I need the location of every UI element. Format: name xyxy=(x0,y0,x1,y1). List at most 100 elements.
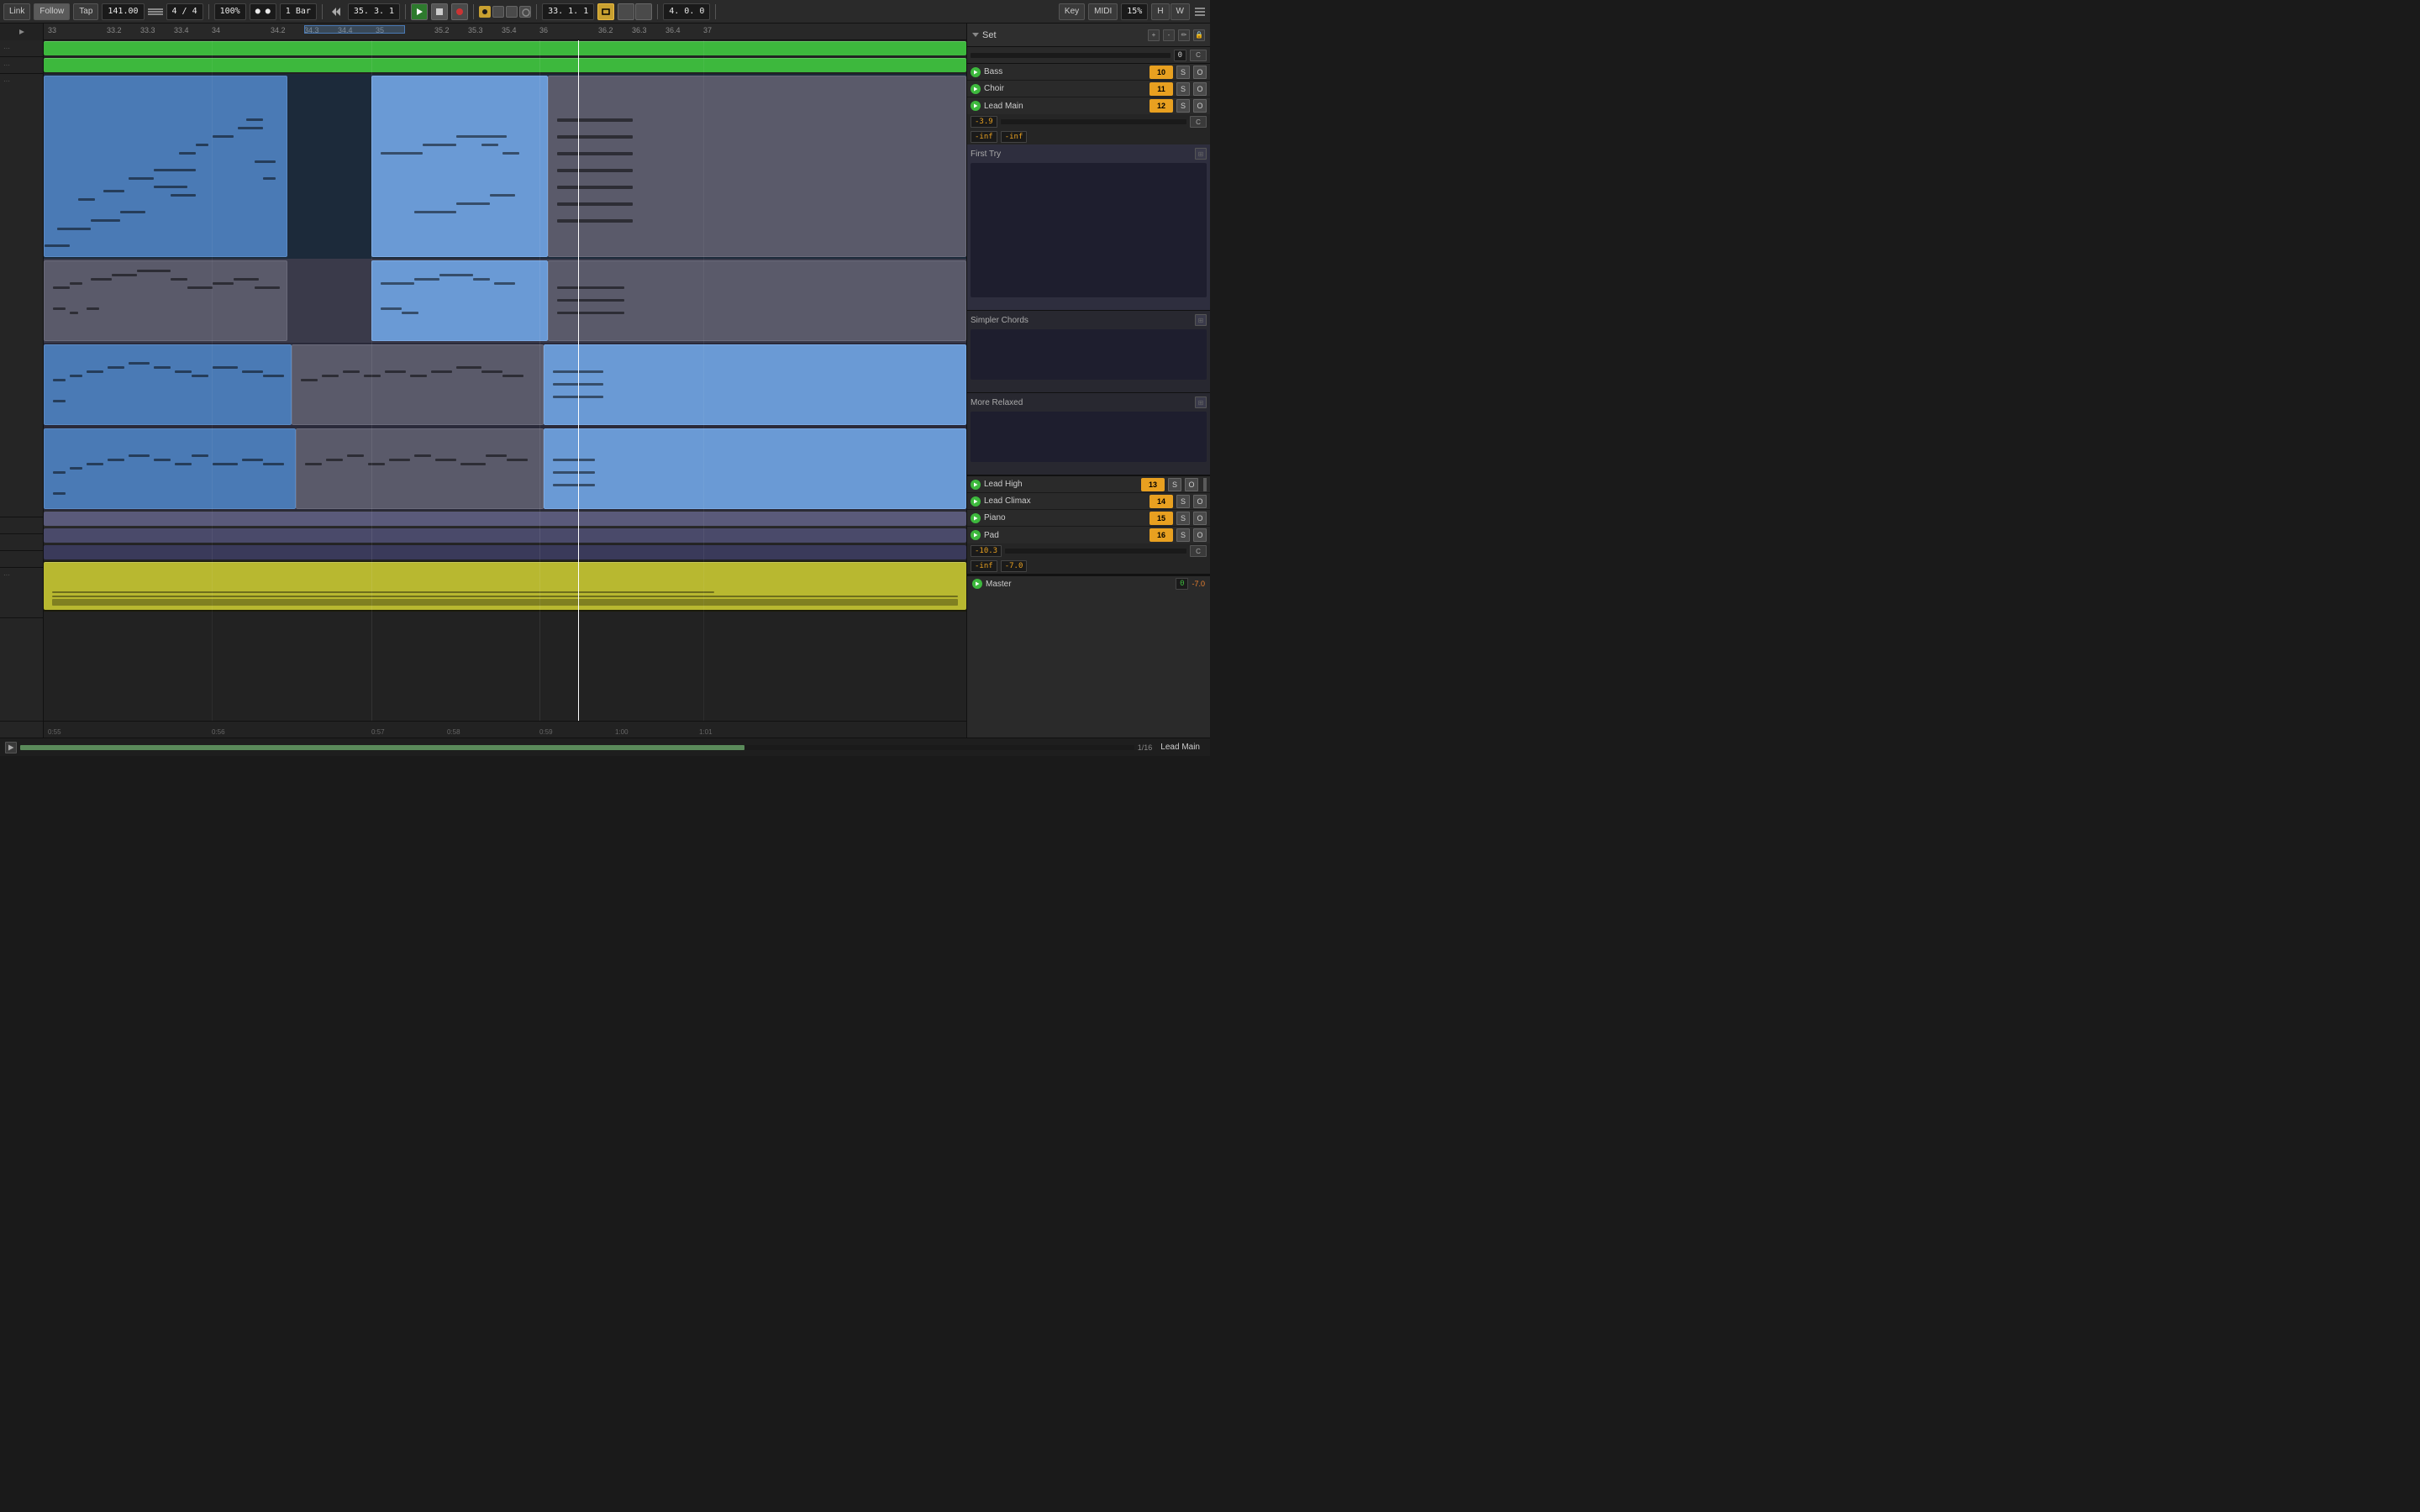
more-relaxed-clip-area[interactable] xyxy=(971,412,1207,462)
choir-s-btn[interactable]: S xyxy=(1176,82,1190,96)
eq-button[interactable] xyxy=(635,3,652,20)
first-try-clip-area[interactable] xyxy=(971,163,1207,297)
play-all-btn[interactable] xyxy=(5,742,17,753)
choir-track-num[interactable]: 11 xyxy=(1150,82,1173,96)
more-relaxed-icon[interactable]: ⊞ xyxy=(1195,396,1207,408)
simpler-chords-icon[interactable]: ⊞ xyxy=(1195,314,1207,326)
lead-high-clip[interactable] xyxy=(44,512,966,526)
pad-clip[interactable] xyxy=(44,562,966,610)
simpler-chords-clip-1[interactable] xyxy=(44,344,292,425)
midi-button[interactable]: MIDI xyxy=(1088,3,1118,20)
record-button[interactable] xyxy=(451,3,468,20)
link-button[interactable]: Link xyxy=(3,3,30,20)
first-try-icon[interactable]: ⊞ xyxy=(1195,148,1207,160)
stop-button[interactable] xyxy=(431,3,448,20)
follow-button[interactable]: Follow xyxy=(34,3,70,20)
bass-s-btn[interactable]: S xyxy=(1176,66,1190,79)
first-try-clip-2[interactable] xyxy=(371,260,548,341)
lead-main-track-num[interactable]: 12 xyxy=(1150,99,1173,113)
lead-climax-track-num[interactable]: 14 xyxy=(1150,495,1173,508)
set-btn-pencil[interactable]: ✏ xyxy=(1178,29,1190,41)
track-header-choir: ··· xyxy=(0,57,43,74)
collapse-button[interactable] xyxy=(0,24,44,40)
bottom-bar: 1/16 Lead Main xyxy=(0,738,1210,756)
simpler-chords-clip-2[interactable] xyxy=(292,344,544,425)
piano-clip[interactable] xyxy=(44,545,966,559)
choir-play-btn[interactable] xyxy=(971,84,981,94)
lead-main-key[interactable]: C xyxy=(1190,116,1207,128)
song-pos-display[interactable]: 33. 1. 1 xyxy=(542,3,594,20)
scale-display[interactable]: 15% xyxy=(1121,3,1148,20)
lead-high-track-num[interactable]: 13 xyxy=(1141,478,1165,491)
menu-button[interactable] xyxy=(1193,5,1207,18)
simpler-chords-clip-3[interactable] xyxy=(544,344,966,425)
pad-s-btn[interactable]: S xyxy=(1176,528,1190,542)
loop-button[interactable] xyxy=(492,6,504,18)
tap-button[interactable]: Tap xyxy=(73,3,98,20)
key-c-button[interactable]: C xyxy=(1190,50,1207,61)
piano-play-btn[interactable] xyxy=(971,513,981,523)
lead-main-o-btn[interactable]: O xyxy=(1193,99,1207,113)
play-button[interactable] xyxy=(411,3,428,20)
lead-high-s-btn[interactable]: S xyxy=(1168,478,1181,491)
piano-s-btn[interactable]: S xyxy=(1176,512,1190,525)
pad-play-btn[interactable] xyxy=(971,530,981,540)
lead-high-play-btn[interactable] xyxy=(971,480,981,490)
bpm-display[interactable]: 141.00 xyxy=(102,3,144,20)
set-btn-minus[interactable]: - xyxy=(1163,29,1175,41)
rewind-button[interactable] xyxy=(328,3,345,20)
bass-clip[interactable] xyxy=(44,41,966,55)
lead-climax-s-btn[interactable]: S xyxy=(1176,495,1190,508)
lead-main-vol[interactable]: -3.9 xyxy=(971,116,997,128)
lead-main-inf1: -inf xyxy=(971,131,997,143)
time-sig-display[interactable]: 4 / 4 xyxy=(166,3,203,20)
lead-climax-o-btn[interactable]: O xyxy=(1193,495,1207,508)
quantize-display[interactable]: 1 Bar xyxy=(280,3,317,20)
lead-main-track-name: Lead Main xyxy=(984,102,1146,111)
lead-main-s-btn[interactable]: S xyxy=(1176,99,1190,113)
more-relaxed-clip-3[interactable] xyxy=(544,428,966,509)
track-content[interactable] xyxy=(44,40,966,721)
bass-play-btn[interactable] xyxy=(971,67,981,77)
loop-end-display[interactable]: 4. 0. 0 xyxy=(663,3,710,20)
bass-track-num[interactable]: 10 xyxy=(1150,66,1173,79)
main-progress-bar[interactable] xyxy=(20,745,1134,750)
lead-main-clip-1[interactable] xyxy=(44,76,287,257)
piano-o-btn[interactable]: O xyxy=(1193,512,1207,525)
key-button[interactable]: Key xyxy=(1059,3,1085,20)
pad-vol[interactable]: -10.3 xyxy=(971,545,1002,557)
simpler-chords-clip-area[interactable] xyxy=(971,329,1207,380)
master-play-btn[interactable] xyxy=(972,579,982,589)
more-relaxed-clip-2[interactable] xyxy=(296,428,544,509)
more-relaxed-label: More Relaxed xyxy=(971,398,1195,407)
set-btn-lock[interactable]: 🔒 xyxy=(1193,29,1205,41)
lead-high-o-btn[interactable]: O xyxy=(1185,478,1198,491)
more-relaxed-clip-1[interactable] xyxy=(44,428,296,509)
pad-track-num[interactable]: 16 xyxy=(1150,528,1173,542)
position-display[interactable]: 35. 3. 1 xyxy=(348,3,400,20)
pad-key-btn[interactable]: C xyxy=(1190,545,1207,557)
zoom-display[interactable]: 100% xyxy=(214,3,246,20)
piano-track-num[interactable]: 15 xyxy=(1150,512,1173,525)
lead-high-resize[interactable] xyxy=(1203,478,1207,491)
lead-main-play-btn[interactable] xyxy=(971,101,981,111)
choir-o-btn[interactable]: O xyxy=(1193,82,1207,96)
wave-button[interactable] xyxy=(618,3,634,20)
time-0-58: 0:58 xyxy=(447,728,460,736)
punch-button[interactable] xyxy=(506,6,518,18)
set-btn-plus[interactable]: + xyxy=(1148,29,1160,41)
metro-button[interactable] xyxy=(519,6,531,18)
choir-clip[interactable] xyxy=(44,58,966,72)
bass-o-btn[interactable]: O xyxy=(1193,66,1207,79)
lead-main-clip-2[interactable] xyxy=(371,76,548,257)
first-try-clip-3[interactable] xyxy=(548,260,966,341)
w-button[interactable]: W xyxy=(1171,3,1190,20)
lead-climax-play-btn[interactable] xyxy=(971,496,981,507)
lead-main-clip-3[interactable] xyxy=(548,76,966,257)
clip-view-button[interactable] xyxy=(597,3,614,20)
first-try-clip-1[interactable] xyxy=(44,260,287,341)
more-relaxed-lane xyxy=(44,427,966,511)
pad-o-btn[interactable]: O xyxy=(1193,528,1207,542)
h-button[interactable]: H xyxy=(1151,3,1169,20)
lead-climax-clip[interactable] xyxy=(44,528,966,543)
